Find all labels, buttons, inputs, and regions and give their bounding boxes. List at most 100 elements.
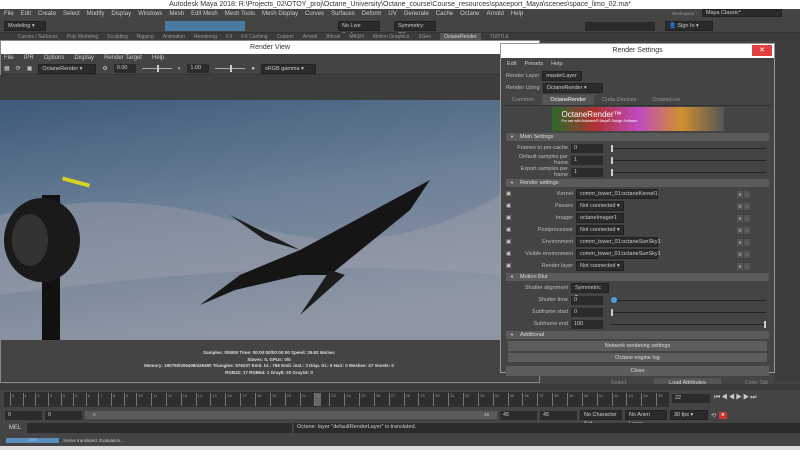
value-field[interactable]: 0 xyxy=(571,143,603,153)
menu-item[interactable]: Windows xyxy=(138,9,162,19)
menu-item[interactable]: Mesh Display xyxy=(262,9,298,19)
menu-item[interactable]: Display xyxy=(111,9,131,19)
slider-handle[interactable] xyxy=(611,156,613,164)
navigate-button[interactable]: › xyxy=(744,238,750,246)
playback-controls[interactable]: ⏮◀◀▶▶⏭ xyxy=(714,394,758,402)
menu-item[interactable]: Help xyxy=(511,9,523,19)
render-view-menu-item[interactable]: Help xyxy=(152,54,164,63)
value-slider[interactable] xyxy=(611,168,766,176)
node-dropdown[interactable]: comm_tower_01:octaneSunSky1 ▾ xyxy=(576,249,661,266)
subframe-start-slider[interactable] xyxy=(611,308,766,316)
disconnect-button[interactable]: X xyxy=(737,250,743,258)
network-rendering-settings-button[interactable]: Network rendering settings xyxy=(508,341,767,351)
menu-item[interactable]: Mesh Tools xyxy=(225,9,255,19)
node-dropdown[interactable]: Not connected ▾ xyxy=(576,201,624,211)
navigate-button[interactable]: › xyxy=(744,250,750,258)
command-language[interactable]: MEL xyxy=(5,423,25,433)
search-field[interactable] xyxy=(585,22,655,31)
value-field[interactable]: 1 xyxy=(571,155,603,165)
mode-dropdown[interactable]: Modeling ▾ xyxy=(4,21,46,31)
shutter-alignment-dropdown[interactable]: Symmetric ▾ xyxy=(571,283,609,300)
slider-handle[interactable] xyxy=(611,144,613,152)
close-button[interactable]: Close xyxy=(506,366,769,376)
disconnect-button[interactable]: X xyxy=(737,190,743,198)
gamma-field[interactable]: 1.00 xyxy=(187,64,210,73)
disconnect-button[interactable]: X xyxy=(737,262,743,270)
subframe-end-slider[interactable] xyxy=(611,320,766,328)
renderer-dropdown[interactable]: OctaneRender ▾ xyxy=(38,63,97,74)
render-view-menu-item[interactable]: Display xyxy=(74,54,94,63)
selection-mask-icons[interactable] xyxy=(165,21,245,31)
render-settings-tab[interactable]: OctaneRender xyxy=(542,95,595,105)
menu-item[interactable]: Surfaces xyxy=(331,9,355,19)
gamma-slider[interactable] xyxy=(215,65,246,72)
menu-item[interactable]: Generate xyxy=(404,9,429,19)
render-view-menu-item[interactable]: IPR xyxy=(24,54,34,63)
time-slider[interactable]: 0 1 2 3 4 5 6 7 8 9 10 11 12 13 14 15 16 17 18 19 20 21 22 23 24… xyxy=(4,392,669,407)
navigate-button[interactable]: › xyxy=(744,202,750,210)
menu-item[interactable]: Deform xyxy=(362,9,382,19)
character-set-dropdown[interactable]: No Character Set xyxy=(580,410,622,427)
node-dropdown[interactable]: Not connected ▾ xyxy=(576,261,624,271)
render-view-menu-item[interactable]: Options xyxy=(44,54,65,63)
disconnect-button[interactable]: X xyxy=(737,202,743,210)
loop-icon[interactable]: ⟲ xyxy=(711,412,716,419)
disconnect-button[interactable]: X xyxy=(737,238,743,246)
ipr-icon[interactable]: ⟳ xyxy=(16,65,21,72)
octane-engine-log-button[interactable]: Octane engine log xyxy=(508,353,767,362)
playback-end-field[interactable]: 45 xyxy=(500,410,537,420)
render-settings-menu-item[interactable]: Edit xyxy=(507,61,516,67)
value-slider[interactable] xyxy=(611,156,766,164)
symmetry-dropdown[interactable]: Symmetry: Off xyxy=(394,21,436,38)
additional-header[interactable]: Additional xyxy=(506,331,769,339)
current-frame-field[interactable]: 22 xyxy=(672,394,710,403)
menu-item[interactable]: Edit xyxy=(21,9,31,19)
render-settings-tab[interactable]: OctaneLive xyxy=(644,95,688,105)
render-settings-menu-item[interactable]: Presets xyxy=(524,61,543,67)
subframe-start-field[interactable]: 0 xyxy=(571,307,603,317)
menu-item[interactable]: Cache xyxy=(436,9,453,19)
main-settings-header[interactable]: Main Settings xyxy=(506,133,769,141)
workspace-dropdown[interactable]: Maya Classic* xyxy=(702,9,782,17)
navigate-button[interactable]: › xyxy=(744,190,750,198)
disconnect-button[interactable]: X xyxy=(737,214,743,222)
menu-item[interactable]: Edit Mesh xyxy=(191,9,218,19)
render-using-dropdown[interactable]: OctaneRender ▾ xyxy=(542,83,603,93)
render-settings-tab[interactable]: Common xyxy=(504,95,542,105)
render-layer-dropdown[interactable]: masterLayer ▾ xyxy=(542,71,583,88)
node-dropdown[interactable]: comm_tower_01:octaneKernel1 ▾ xyxy=(576,189,658,206)
fps-dropdown[interactable]: 30 fps ▾ xyxy=(670,410,708,420)
snapshot-icon[interactable]: ▣ xyxy=(27,65,33,72)
navigate-button[interactable]: › xyxy=(744,262,750,270)
value-slider[interactable] xyxy=(611,144,766,152)
menu-item[interactable]: Modify xyxy=(87,9,105,19)
playback-start-field[interactable]: 0 xyxy=(45,410,82,420)
shutter-time-field[interactable]: 0 xyxy=(571,295,603,305)
navigate-button[interactable]: › xyxy=(744,214,750,222)
render-settings-tab[interactable]: Cuda Devices xyxy=(594,95,644,105)
menu-item[interactable]: Arnold xyxy=(487,9,504,19)
range-slider[interactable]: 0 45 xyxy=(85,411,497,419)
menu-item[interactable]: Curves xyxy=(305,9,324,19)
exposure-slider[interactable] xyxy=(141,65,172,72)
sign-in-button[interactable]: 👤 Sign In ▾ xyxy=(665,21,713,31)
navigate-button[interactable]: › xyxy=(744,226,750,234)
live-surface-field[interactable]: No Live Surface xyxy=(338,21,380,38)
menu-item[interactable]: Create xyxy=(38,9,56,19)
menu-item[interactable]: Select xyxy=(63,9,80,19)
render-view-menu-item[interactable]: Render Target xyxy=(104,54,142,63)
render-settings-menu-item[interactable]: Help xyxy=(551,61,562,67)
node-dropdown[interactable]: Not connected ▾ xyxy=(576,225,624,235)
render-view-menu-item[interactable]: File xyxy=(4,54,14,63)
render-settings-header[interactable]: Render settings xyxy=(506,179,769,187)
subframe-end-field[interactable]: 100 xyxy=(571,319,603,329)
render-icon[interactable]: ▦ xyxy=(4,65,10,72)
shutter-time-slider[interactable] xyxy=(611,296,766,303)
node-dropdown[interactable]: octaneImager1 ▾ xyxy=(576,213,624,230)
menu-item[interactable]: Octane xyxy=(460,9,479,19)
menu-item[interactable]: File xyxy=(4,9,14,19)
start-frame-field[interactable]: 0 xyxy=(5,410,42,420)
exposure-field[interactable]: 0.00 xyxy=(113,64,136,73)
slider-handle[interactable] xyxy=(611,168,613,176)
motion-blur-header[interactable]: Motion Blur xyxy=(506,273,769,281)
